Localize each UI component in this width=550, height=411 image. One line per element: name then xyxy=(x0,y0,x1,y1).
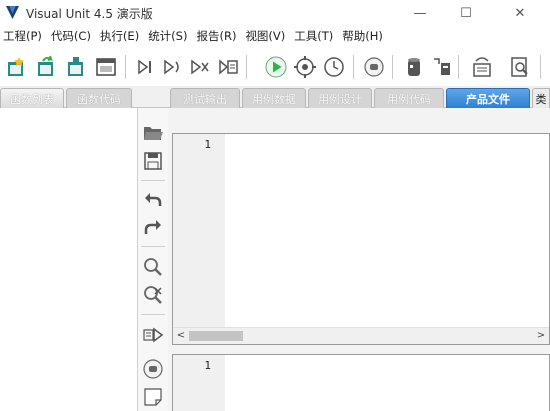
tab-case-design[interactable]: 用例设计 xyxy=(308,88,372,108)
toolbar-separator xyxy=(392,55,393,79)
line-number-gutter: 1 xyxy=(173,134,225,344)
title-bar: Visual Unit 4.5 演示版 — ☐ ✕ xyxy=(0,0,550,26)
open-project-icon[interactable] xyxy=(34,55,58,79)
tab-test-output[interactable]: 测试输出 xyxy=(170,88,240,108)
menu-project[interactable]: 工程(P) xyxy=(3,28,42,44)
gear-run-icon[interactable] xyxy=(293,55,317,79)
close-button[interactable]: ✕ xyxy=(497,0,543,26)
app-logo-icon xyxy=(6,6,19,19)
menu-code[interactable]: 代码(C) xyxy=(51,28,91,44)
window-title: Visual Unit 4.5 演示版 xyxy=(26,7,153,21)
scroll-left-button[interactable]: < xyxy=(175,330,187,342)
product-file-editor[interactable]: 1 < > xyxy=(172,133,550,345)
menu-execute[interactable]: 执行(E) xyxy=(100,28,139,44)
menu-tools[interactable]: 工具(T) xyxy=(294,28,333,44)
tab-function-list[interactable]: 函数列表 xyxy=(0,88,64,108)
side-separator xyxy=(141,246,165,247)
undo-icon[interactable] xyxy=(142,188,164,210)
breakpoint-icon[interactable] xyxy=(216,55,240,79)
find-icon[interactable] xyxy=(508,55,532,79)
tab-class[interactable]: 类 xyxy=(532,88,550,108)
line-number: 1 xyxy=(204,359,211,372)
run-icon[interactable] xyxy=(264,55,288,79)
tab-case-code[interactable]: 用例代码 xyxy=(374,88,444,108)
report-icon[interactable] xyxy=(470,55,494,79)
save-project-icon[interactable] xyxy=(64,55,88,79)
step-over-icon[interactable] xyxy=(188,55,212,79)
window-icon[interactable] xyxy=(94,55,118,79)
scrollbar-thumb[interactable] xyxy=(189,331,243,341)
stop-icon[interactable] xyxy=(362,55,386,79)
secondary-editor[interactable]: 1 xyxy=(172,354,550,411)
minimize-button[interactable]: — xyxy=(397,0,443,26)
tab-function-code[interactable]: 函数代码 xyxy=(66,88,132,108)
side-separator xyxy=(141,314,165,315)
new-project-icon[interactable] xyxy=(4,55,28,79)
tab-strip: 函数列表 函数代码 测试输出 用例数据 用例设计 用例代码 产品文件 类 xyxy=(0,86,550,108)
menu-help[interactable]: 帮助(H) xyxy=(342,28,383,44)
redo-icon[interactable] xyxy=(142,216,164,238)
step-icon[interactable] xyxy=(132,55,156,79)
function-list-panel[interactable] xyxy=(0,108,138,411)
tab-product-file[interactable]: 产品文件 xyxy=(446,88,530,108)
tag-icon[interactable] xyxy=(430,55,454,79)
toolbar-separator xyxy=(125,55,126,79)
side-toolbar xyxy=(138,108,168,411)
database-icon[interactable] xyxy=(402,55,426,79)
clock-icon[interactable] xyxy=(322,55,346,79)
horizontal-scrollbar[interactable]: < > xyxy=(173,327,549,344)
stop-circle-icon[interactable] xyxy=(142,358,164,380)
maximize-button[interactable]: ☐ xyxy=(443,0,489,26)
toolbar-separator xyxy=(353,55,354,79)
zoom-icon[interactable] xyxy=(142,256,164,278)
line-number-gutter: 1 xyxy=(173,355,225,411)
tab-case-data[interactable]: 用例数据 xyxy=(242,88,306,108)
run-to-line-icon[interactable] xyxy=(142,324,164,346)
toolbar-separator xyxy=(458,55,459,79)
toolbar xyxy=(0,47,550,85)
scroll-right-button[interactable]: > xyxy=(535,330,547,342)
line-number: 1 xyxy=(204,138,211,151)
toolbar-separator xyxy=(246,55,247,79)
toolbar-separator xyxy=(540,55,541,79)
menu-view[interactable]: 视图(V) xyxy=(245,28,285,44)
side-separator xyxy=(141,180,165,181)
note-icon[interactable] xyxy=(142,386,164,408)
folder-open-icon[interactable] xyxy=(142,122,164,144)
zoom-clear-icon[interactable] xyxy=(142,284,164,306)
save-disk-icon[interactable] xyxy=(142,150,164,172)
menu-bar: 工程(P) 代码(C) 执行(E) 统计(S) 报告(R) 视图(V) 工具(T… xyxy=(0,26,550,46)
menu-statistics[interactable]: 统计(S) xyxy=(148,28,187,44)
menu-report[interactable]: 报告(R) xyxy=(196,28,236,44)
step-into-icon[interactable] xyxy=(160,55,184,79)
